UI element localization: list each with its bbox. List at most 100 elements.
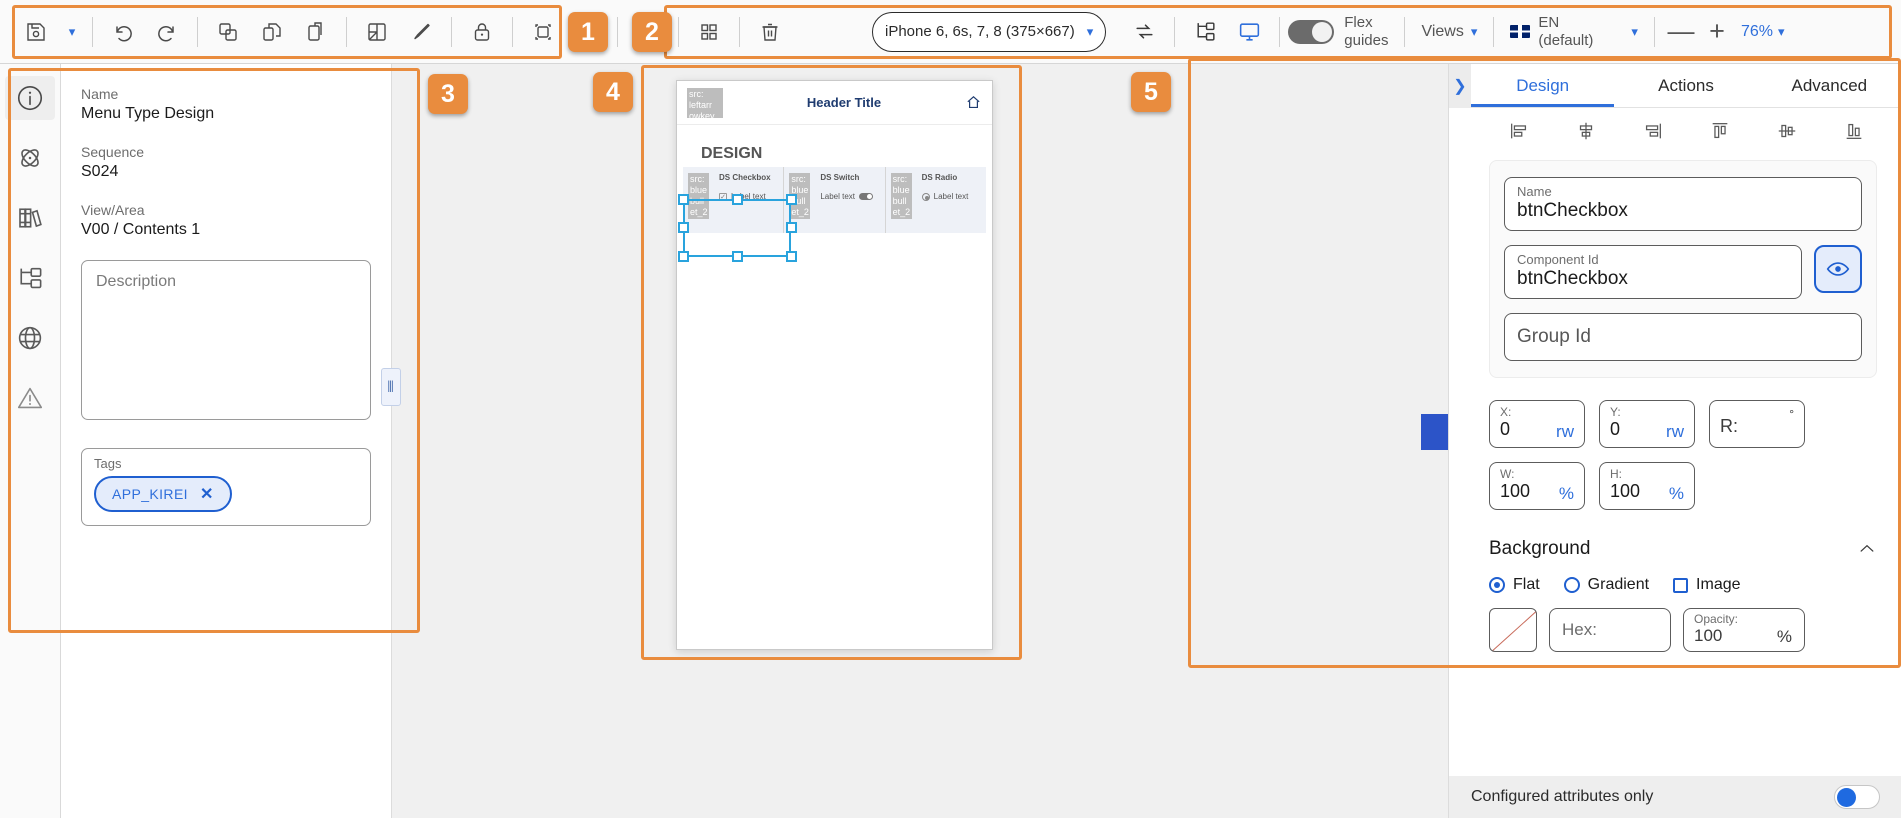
zoom-in-button[interactable]: + [1699, 18, 1735, 45]
sidebar-item-library[interactable] [5, 196, 55, 240]
selection-handle-ne[interactable] [786, 194, 797, 205]
align-bottom-icon[interactable] [1837, 116, 1871, 146]
align-top-icon[interactable] [1703, 116, 1737, 146]
panel-collapse-chevron-icon[interactable]: ❯ [1449, 64, 1471, 108]
tag-chip[interactable]: APP_KIREI ✕ [94, 476, 232, 512]
component-control-row[interactable]: Label text [921, 192, 981, 201]
layout-grid-button[interactable] [687, 10, 731, 54]
switch-icon[interactable] [859, 193, 874, 200]
desktop-preview-button[interactable] [1227, 10, 1271, 54]
zoom-out-button[interactable]: — [1663, 18, 1699, 45]
design-canvas[interactable]: src: leftarr owkey Header Title DESIGN src… [391, 64, 1448, 818]
refresh-preview-button[interactable] [1122, 10, 1166, 54]
align-middle-vertical-icon[interactable] [1770, 116, 1804, 146]
component-control-row[interactable]: Label text [820, 192, 879, 201]
sidebar-item-warnings[interactable] [5, 376, 55, 420]
delete-button[interactable] [748, 10, 792, 54]
geometry-fields: X: 0 rw Y: 0 rw R: ° W: 100 % H: 100 % [1489, 400, 1877, 510]
save-dropdown-chevron-icon[interactable]: ▾ [58, 10, 84, 54]
background-section-header[interactable]: Background [1489, 538, 1877, 560]
paste-button[interactable] [294, 10, 338, 54]
height-unit[interactable]: % [1669, 484, 1684, 504]
component-card-radio[interactable]: src: blue bull et_2 DS Radio Label text [886, 167, 986, 233]
background-flat-option[interactable]: Flat [1489, 576, 1540, 594]
sidebar-item-structure[interactable] [5, 256, 55, 300]
height-field[interactable]: H: 100 % [1599, 462, 1695, 510]
duplicate-button[interactable] [250, 10, 294, 54]
x-position-field[interactable]: X: 0 rw [1489, 400, 1585, 448]
opacity-field[interactable]: Opacity: 100 % [1683, 608, 1805, 652]
x-label: X: [1500, 405, 1512, 419]
hex-color-field[interactable]: Hex: [1549, 608, 1671, 652]
canvas-side-tab[interactable] [1421, 414, 1448, 450]
device-preview[interactable]: src: leftarr owkey Header Title DESIGN src… [676, 80, 993, 650]
callout-badge-3: 3 [428, 74, 468, 114]
selection-handle-w[interactable] [678, 222, 689, 233]
group-id-field[interactable]: Group Id [1504, 313, 1862, 361]
component-name-label: Name [1517, 184, 1552, 199]
preview-body: DESIGN src: blue bull et_2 DS Checkbox ✓ La… [677, 125, 992, 649]
color-swatch-empty[interactable] [1489, 608, 1537, 652]
width-field[interactable]: W: 100 % [1489, 462, 1585, 510]
description-textarea[interactable]: Description [81, 260, 371, 420]
selection-handle-sw[interactable] [678, 251, 689, 262]
component-control-row[interactable]: ✓ Label text [719, 192, 778, 201]
lock-button[interactable] [460, 10, 504, 54]
component-image-placeholder: src: blue bull et_2 [890, 173, 912, 219]
toolbar-divider [451, 16, 452, 47]
home-icon[interactable] [965, 94, 982, 111]
tag-remove-icon[interactable]: ✕ [200, 484, 214, 504]
tab-advanced[interactable]: Advanced [1758, 64, 1901, 107]
checkbox-icon[interactable]: ✓ [719, 192, 727, 201]
callout-badge-5: 5 [1131, 72, 1171, 112]
device-select[interactable]: iPhone 6, 6s, 7, 8 (375×667) ▾ [872, 11, 1107, 52]
align-right-icon[interactable] [1636, 116, 1670, 146]
y-unit[interactable]: rw [1666, 422, 1684, 442]
selection-handle-e[interactable] [786, 222, 797, 233]
language-dropdown[interactable]: EN (default) ▾ [1510, 14, 1638, 49]
group-button[interactable] [521, 10, 565, 54]
component-id-field[interactable]: Component Id btnCheckbox [1504, 245, 1802, 299]
toolbar-divider [1174, 16, 1176, 47]
visibility-eye-icon[interactable] [1814, 245, 1862, 293]
component-name-field[interactable]: Name btnCheckbox [1504, 177, 1862, 231]
zoom-level-value: 76% [1740, 22, 1773, 40]
background-flat-label: Flat [1513, 576, 1540, 593]
sidebar-item-globe[interactable] [5, 316, 55, 360]
selection-handle-se[interactable] [786, 251, 797, 262]
style-editor-button[interactable] [355, 10, 399, 54]
align-left-icon[interactable] [1502, 116, 1536, 146]
redo-button[interactable] [145, 10, 189, 54]
tab-actions[interactable]: Actions [1614, 64, 1757, 107]
background-image-option[interactable]: Image [1673, 576, 1741, 594]
undo-button[interactable] [101, 10, 145, 54]
preview-header: src: leftarr owkey Header Title [677, 81, 992, 125]
radio-icon[interactable] [921, 192, 930, 201]
selection-handle-nw[interactable] [678, 194, 689, 205]
y-position-field[interactable]: Y: 0 rw [1599, 400, 1695, 448]
sidebar-item-atom[interactable] [5, 136, 55, 180]
selection-handle-s[interactable] [732, 251, 743, 262]
flex-guides-toggle[interactable] [1288, 19, 1335, 44]
views-dropdown[interactable]: Views ▾ [1421, 23, 1477, 41]
component-card-switch[interactable]: src: blue bull et_2 DS Switch Label text [784, 167, 886, 233]
zoom-level-dropdown[interactable]: 76% ▾ [1741, 23, 1785, 41]
panel-splitter-handle[interactable]: ⦀ [381, 368, 401, 406]
copy-button[interactable] [206, 10, 250, 54]
width-label: W: [1500, 467, 1515, 481]
component-control-label: Label text [820, 192, 856, 201]
selection-handle-n[interactable] [732, 194, 743, 205]
tab-design[interactable]: Design [1471, 64, 1614, 107]
sidebar-item-info[interactable] [5, 76, 55, 120]
paint-brush-button[interactable] [399, 10, 443, 54]
width-unit[interactable]: % [1559, 484, 1574, 504]
tags-field[interactable]: Tags APP_KIREI ✕ [81, 448, 371, 526]
background-gradient-option[interactable]: Gradient [1563, 576, 1649, 594]
tree-view-button[interactable] [1183, 10, 1227, 54]
save-button[interactable] [14, 10, 58, 54]
rotation-field[interactable]: R: ° [1709, 400, 1805, 448]
configured-attributes-toggle[interactable] [1834, 785, 1880, 809]
chevron-up-icon[interactable] [1857, 539, 1877, 559]
align-center-horizontal-icon[interactable] [1569, 116, 1603, 146]
x-unit[interactable]: rw [1556, 422, 1574, 442]
